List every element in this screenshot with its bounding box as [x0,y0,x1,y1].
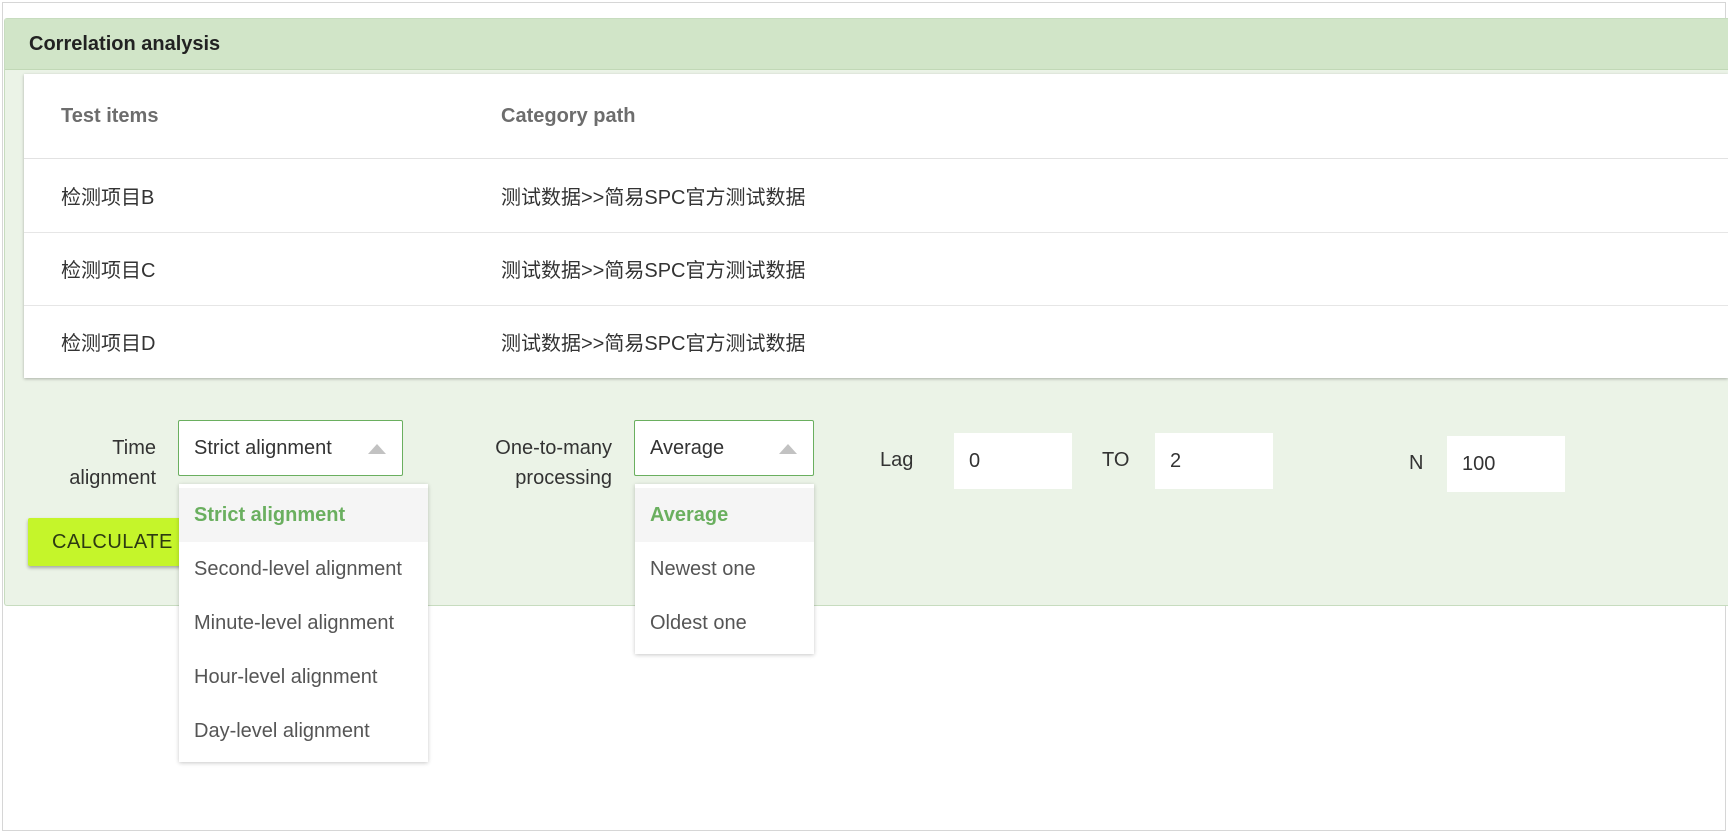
table-header-row: Test items Category path [24,74,1728,159]
time-alignment-option-hour[interactable]: Hour-level alignment [179,650,428,704]
one-to-many-select[interactable]: Average [634,420,814,476]
caret-up-icon [368,444,386,454]
time-alignment-dropdown: Strict alignment Second-level alignment … [179,484,428,762]
one-to-many-option-newest[interactable]: Newest one [635,542,814,596]
category-path-cell: 测试数据>>简易SPC官方测试数据 [501,260,806,282]
table-row[interactable]: 检测项目C 测试数据>>简易SPC官方测试数据 [24,232,1728,306]
n-label: N [1409,452,1424,474]
time-alignment-selected-value: Strict alignment [194,436,332,459]
time-alignment-option-second[interactable]: Second-level alignment [179,542,428,596]
test-item-cell: 检测项目B [61,187,155,209]
to-label: TO [1102,449,1130,471]
one-to-many-label-line1: One-to-many [495,437,612,459]
panel-title: Correlation analysis [29,33,221,55]
lag-input[interactable] [954,433,1072,489]
time-alignment-label-line2: alignment [69,467,156,489]
one-to-many-label-line2: processing [515,467,612,489]
to-input[interactable] [1155,433,1273,489]
lag-label: Lag [880,449,914,471]
time-alignment-select[interactable]: Strict alignment [178,420,403,476]
test-item-cell: 检测项目D [61,333,156,355]
one-to-many-dropdown: Average Newest one Oldest one [635,484,814,654]
time-alignment-option-strict[interactable]: Strict alignment [179,488,428,542]
category-path-cell: 测试数据>>简易SPC官方测试数据 [501,187,806,209]
one-to-many-option-oldest[interactable]: Oldest one [635,596,814,650]
table-row[interactable]: 检测项目B 测试数据>>简易SPC官方测试数据 [24,159,1728,233]
table-row[interactable]: 检测项目D 测试数据>>简易SPC官方测试数据 [24,305,1728,378]
test-items-table: Test items Category path 检测项目B 测试数据>>简易S… [24,74,1728,378]
panel-header: Correlation analysis [5,19,1728,70]
time-alignment-label-line1: Time [112,437,156,459]
column-header-test-items: Test items [61,104,159,127]
n-input[interactable] [1447,436,1565,492]
category-path-cell: 测试数据>>简易SPC官方测试数据 [501,333,806,355]
one-to-many-label: One-to-many processing [470,433,612,493]
time-alignment-label: Time alignment [50,433,156,493]
column-header-category-path: Category path [501,104,636,127]
one-to-many-option-average[interactable]: Average [635,488,814,542]
time-alignment-option-day[interactable]: Day-level alignment [179,704,428,758]
test-item-cell: 检测项目C [61,260,156,282]
caret-up-icon [779,444,797,454]
time-alignment-option-minute[interactable]: Minute-level alignment [179,596,428,650]
one-to-many-selected-value: Average [650,436,725,459]
calculate-button[interactable]: CALCULATE [28,518,200,566]
